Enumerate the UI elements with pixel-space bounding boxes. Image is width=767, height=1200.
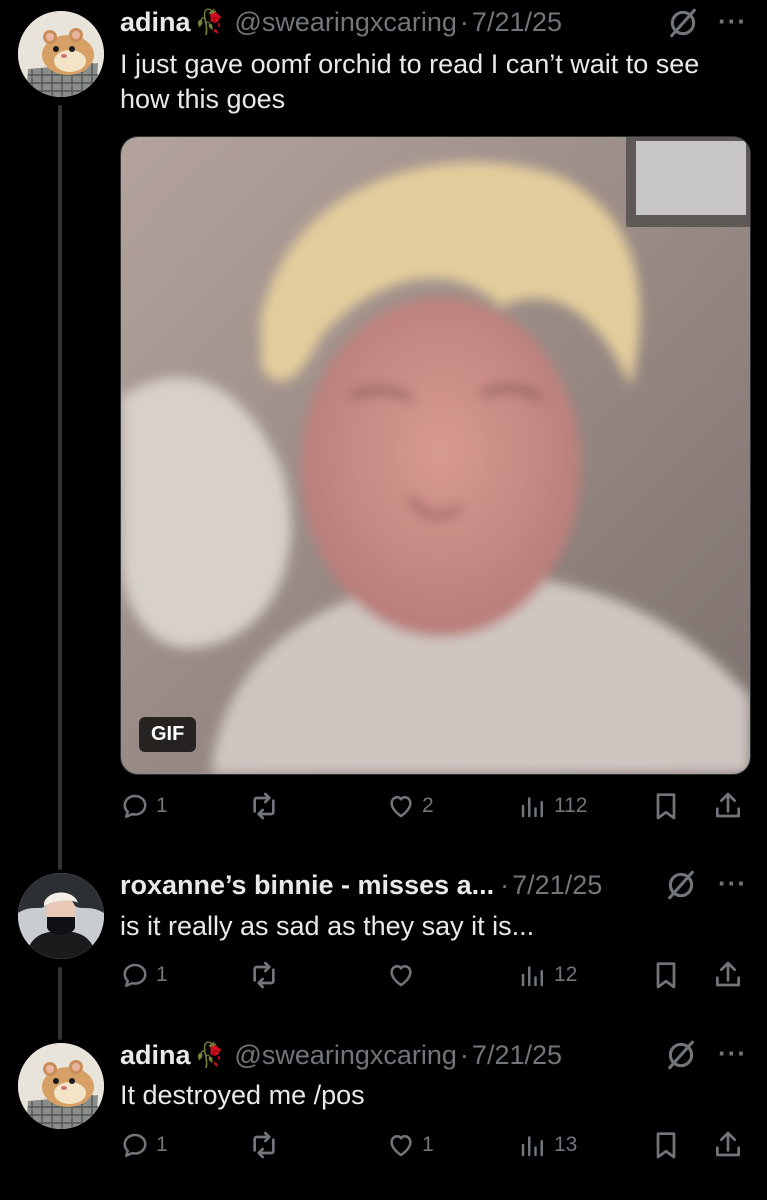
repost-icon bbox=[248, 1129, 280, 1161]
views-count: 112 bbox=[554, 794, 588, 817]
share-button[interactable] bbox=[712, 1125, 744, 1165]
repost-button[interactable] bbox=[248, 786, 280, 826]
avatar[interactable] bbox=[18, 1043, 104, 1129]
share-icon bbox=[712, 959, 744, 991]
post-header: adina 🥀 @swearingxcaring · 7/21/25 bbox=[120, 2, 562, 42]
reply-button[interactable]: 1 bbox=[120, 955, 168, 995]
heart-icon bbox=[386, 960, 416, 990]
views-icon bbox=[518, 791, 548, 821]
reply-count: 1 bbox=[156, 794, 168, 817]
grok-icon[interactable] bbox=[664, 868, 698, 902]
share-button[interactable] bbox=[712, 786, 744, 826]
bookmark-button[interactable] bbox=[650, 1125, 682, 1165]
post-date[interactable]: 7/21/25 bbox=[472, 7, 562, 38]
separator-dot: · bbox=[459, 6, 469, 37]
hamster-avatar-icon bbox=[18, 11, 104, 97]
repost-icon bbox=[248, 790, 280, 822]
avatar[interactable] bbox=[18, 873, 104, 959]
person-avatar-icon bbox=[18, 873, 104, 959]
share-icon bbox=[712, 790, 744, 822]
views-icon bbox=[518, 960, 548, 990]
separator-dot: · bbox=[459, 1039, 469, 1070]
reply-icon bbox=[120, 960, 150, 990]
separator-dot: · bbox=[500, 869, 510, 900]
more-options-button[interactable]: ··· bbox=[718, 868, 747, 899]
reply-icon bbox=[120, 791, 150, 821]
like-button[interactable] bbox=[386, 955, 416, 995]
rose-emoji: 🥀 bbox=[194, 1041, 225, 1069]
more-options-button[interactable]: ··· bbox=[718, 6, 747, 37]
thread-line bbox=[58, 967, 62, 1040]
grok-icon[interactable] bbox=[664, 1038, 698, 1072]
post-text: is it really as sad as they say it is... bbox=[120, 911, 535, 941]
reply-icon bbox=[120, 1130, 150, 1160]
author-handle[interactable]: @swearingxcaring bbox=[234, 1040, 457, 1071]
more-options-button[interactable]: ··· bbox=[718, 1038, 747, 1069]
post-date[interactable]: 7/21/25 bbox=[472, 1040, 562, 1071]
views-count: 13 bbox=[554, 1133, 578, 1156]
reply-button[interactable]: 1 bbox=[120, 786, 168, 826]
author-name[interactable]: adina bbox=[120, 1040, 191, 1071]
share-button[interactable] bbox=[712, 955, 744, 995]
like-count: 2 bbox=[422, 794, 434, 817]
author-name[interactable]: roxanne’s binnie - misses a... bbox=[120, 870, 494, 901]
reply-button[interactable]: 1 bbox=[120, 1125, 168, 1165]
heart-icon bbox=[386, 791, 416, 821]
repost-button[interactable] bbox=[248, 1125, 280, 1165]
views-button[interactable]: 112 bbox=[518, 786, 587, 826]
views-button[interactable]: 12 bbox=[518, 955, 577, 995]
reply-count: 1 bbox=[156, 1133, 168, 1156]
avatar[interactable] bbox=[18, 11, 104, 97]
hamster-avatar-icon bbox=[18, 1043, 104, 1129]
reply-count: 1 bbox=[156, 963, 168, 986]
thread-line bbox=[58, 105, 62, 870]
views-button[interactable]: 13 bbox=[518, 1125, 577, 1165]
rose-emoji: 🥀 bbox=[194, 8, 225, 36]
heart-icon bbox=[386, 1130, 416, 1160]
like-count: 1 bbox=[422, 1133, 434, 1156]
like-button[interactable]: 2 bbox=[386, 786, 434, 826]
like-button[interactable]: 1 bbox=[386, 1125, 434, 1165]
bookmark-icon bbox=[650, 959, 682, 991]
views-count: 12 bbox=[554, 963, 578, 986]
repost-button[interactable] bbox=[248, 955, 280, 995]
bookmark-button[interactable] bbox=[650, 955, 682, 995]
views-icon bbox=[518, 1130, 548, 1160]
post-text: It destroyed me /pos bbox=[120, 1080, 365, 1110]
gif-media[interactable]: GIF bbox=[120, 136, 751, 775]
repost-icon bbox=[248, 959, 280, 991]
post-header: roxanne’s binnie - misses a... · 7/21/25 bbox=[120, 865, 602, 905]
author-name[interactable]: adina bbox=[120, 7, 191, 38]
post-header: adina 🥀 @swearingxcaring · 7/21/25 bbox=[120, 1035, 562, 1075]
author-handle[interactable]: @swearingxcaring bbox=[234, 7, 457, 38]
bookmark-icon bbox=[650, 790, 682, 822]
bookmark-button[interactable] bbox=[650, 786, 682, 826]
gif-image bbox=[121, 137, 750, 774]
action-bar: 1 12 bbox=[120, 955, 749, 995]
grok-icon[interactable] bbox=[666, 6, 700, 40]
share-icon bbox=[712, 1129, 744, 1161]
action-bar: 1 2 112 bbox=[120, 786, 749, 826]
bookmark-icon bbox=[650, 1129, 682, 1161]
post-text: I just gave oomf orchid to read I can’t … bbox=[120, 49, 700, 114]
action-bar: 1 1 13 bbox=[120, 1125, 749, 1165]
post-date[interactable]: 7/21/25 bbox=[512, 870, 602, 901]
gif-badge: GIF bbox=[139, 717, 197, 752]
